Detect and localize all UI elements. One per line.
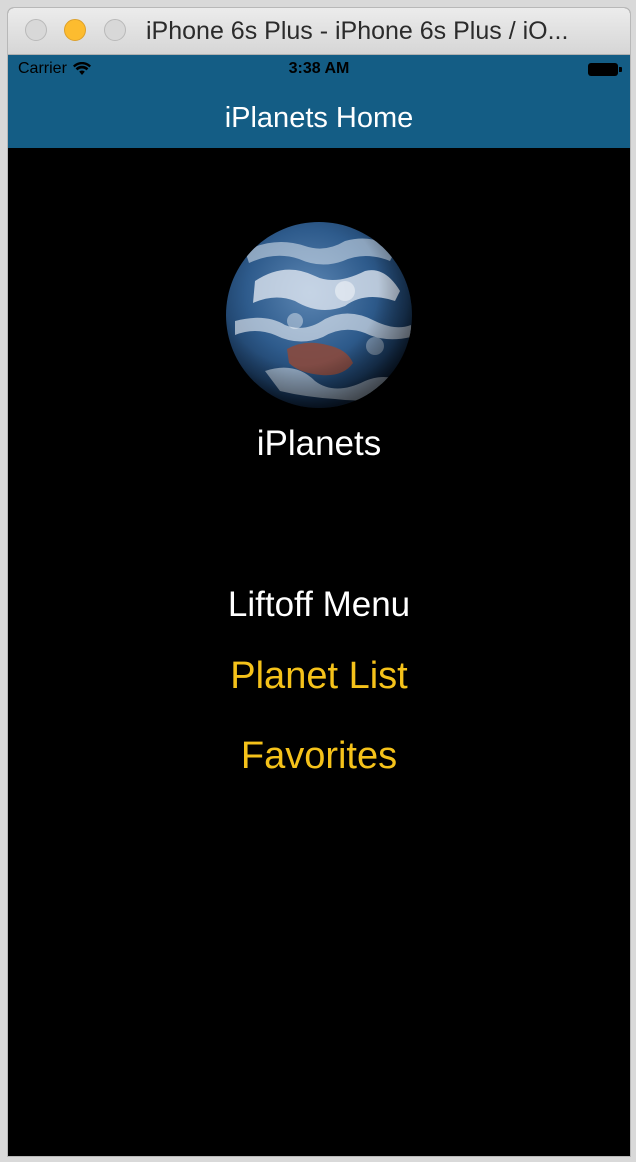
favorites-button[interactable]: Favorites — [8, 735, 630, 778]
window-titlebar[interactable]: iPhone 6s Plus - iPhone 6s Plus / iO... — [8, 8, 630, 55]
status-time: 3:38 AM — [288, 60, 350, 77]
earth-planet-image — [226, 222, 412, 408]
close-window-button[interactable] — [25, 19, 47, 41]
minimize-window-button[interactable] — [64, 19, 86, 41]
zoom-window-button[interactable] — [104, 19, 126, 41]
navigation-bar: iPlanets Home — [8, 85, 630, 148]
window-title: iPhone 6s Plus - iPhone 6s Plus / iO... — [146, 17, 569, 45]
home-content: iPlanets Liftoff Menu Planet List Favori… — [8, 148, 630, 1156]
battery-icon — [588, 63, 622, 76]
app-name-label: iPlanets — [256, 424, 382, 463]
status-bar: Carrier 3:38 AM — [8, 55, 630, 85]
planet-list-button[interactable]: Planet List — [8, 655, 630, 698]
menu-heading: Liftoff Menu — [227, 585, 411, 624]
nav-title: iPlanets Home — [224, 102, 414, 134]
simulator-window: iPhone 6s Plus - iPhone 6s Plus / iO... … — [8, 8, 630, 1156]
